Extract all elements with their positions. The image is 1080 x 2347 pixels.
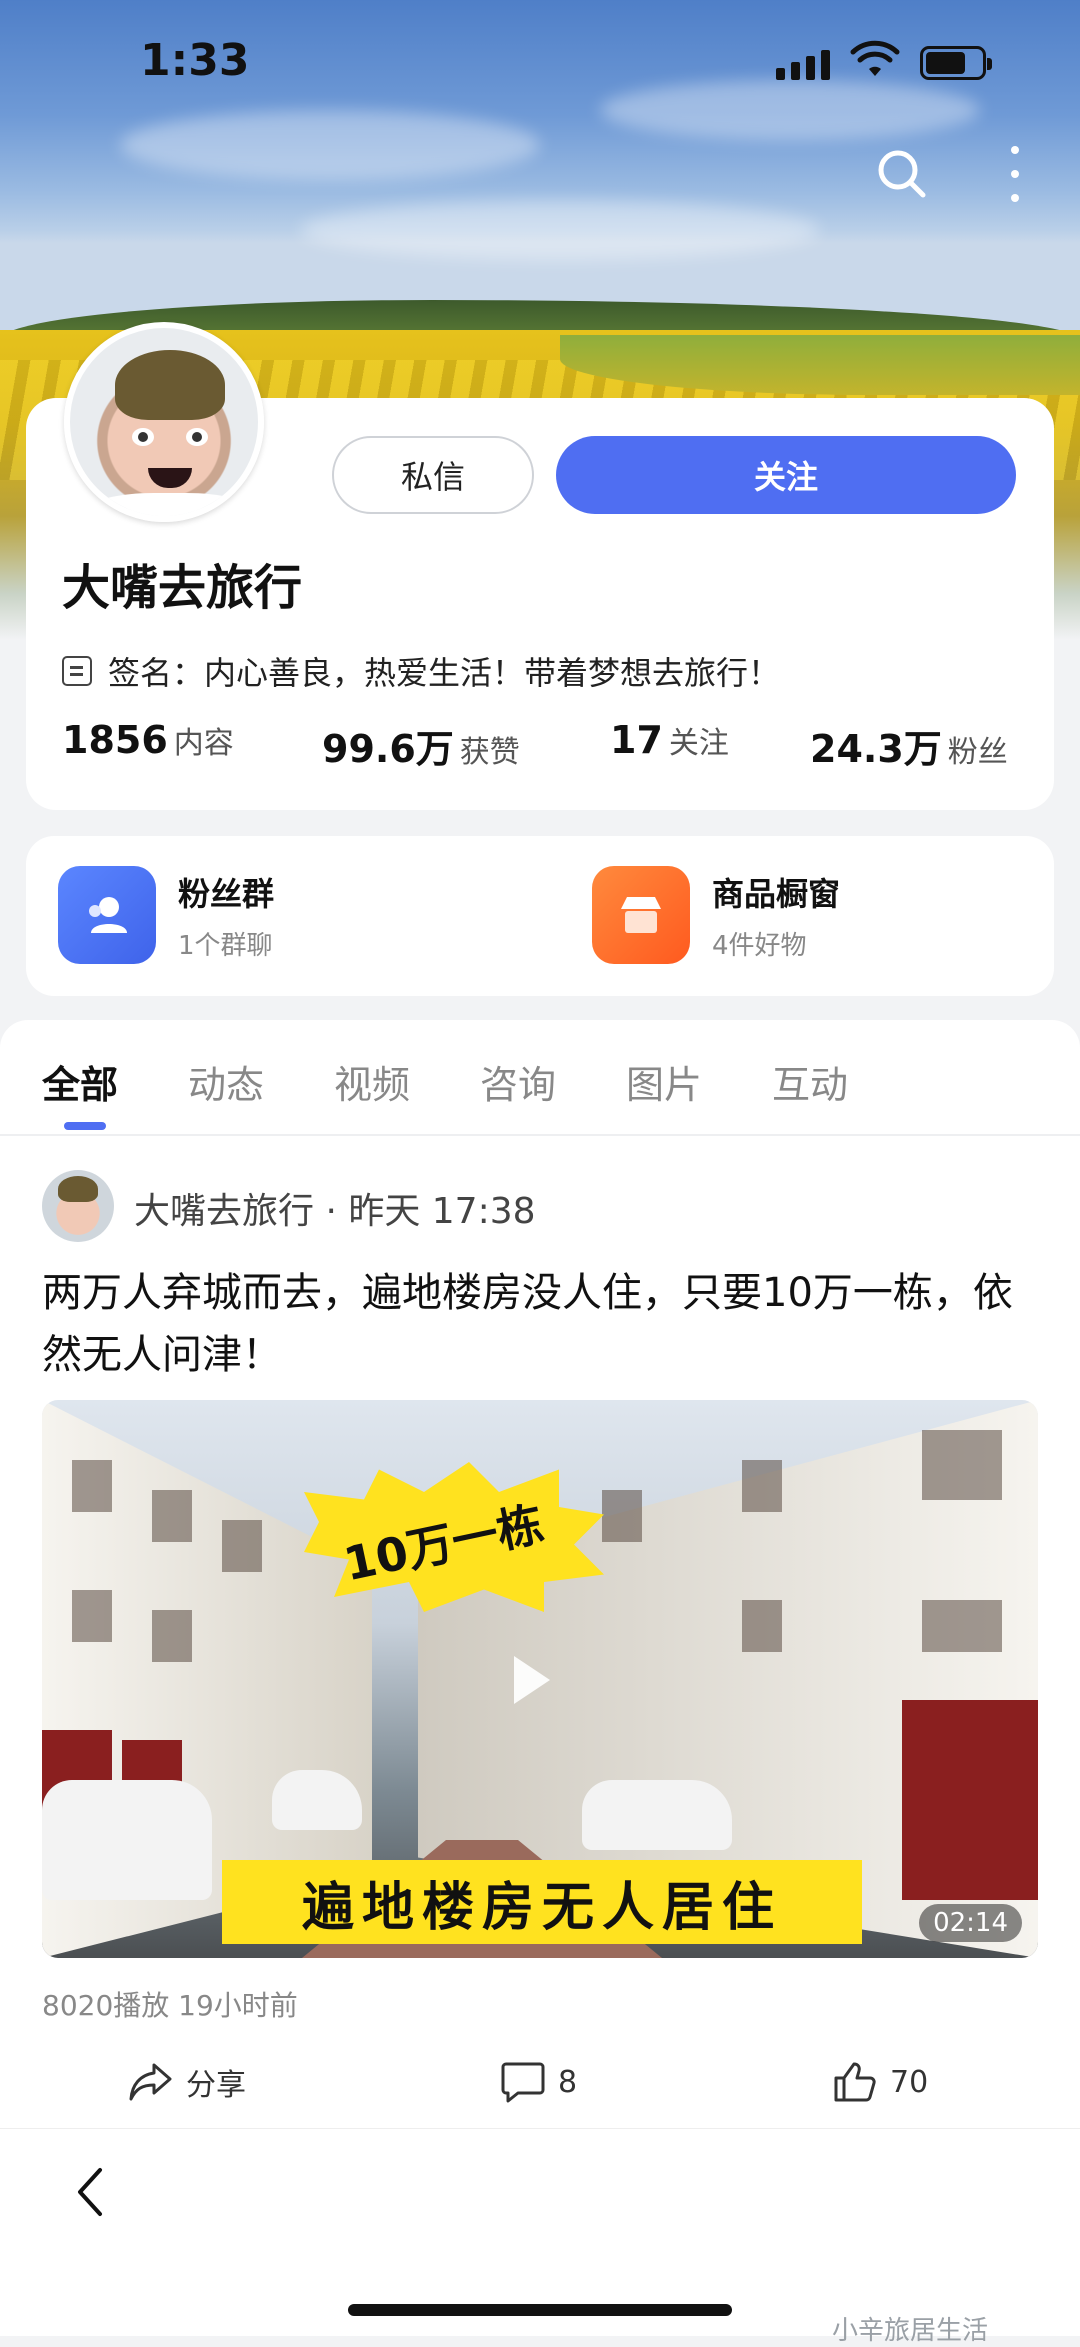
shop-icon [592,866,690,964]
more-icon[interactable] [1005,146,1025,202]
stat-likes[interactable]: 99.6万 获赞 [322,718,520,773]
shop-window-subtitle: 4件好物 [712,930,807,961]
signature-text: 签名：内心善良，热爱生活！带着梦想去旅行！ [108,654,781,692]
stat-content[interactable]: 1856 内容 [62,718,234,762]
comment-button[interactable]: 8 [500,2060,577,2104]
tab-moments[interactable]: 动态 [188,1054,264,1109]
tab-bar: 全部 动态 视频 咨询 图片 互动 [0,1040,1080,1134]
tab-videos[interactable]: 视频 [334,1054,410,1109]
watermark: 小辛旅居生活 [832,2316,989,2346]
post-actions: 分享 8 70 [0,2060,1080,2130]
play-icon[interactable] [514,1656,550,1704]
fans-group-title: 粉丝群 [178,874,275,913]
battery-icon [920,46,992,80]
stat-followers[interactable]: 24.3万 粉丝 [810,718,1008,773]
comment-icon [501,2062,545,2103]
like-button[interactable]: 70 [832,2060,928,2104]
back-icon[interactable] [70,2164,110,2220]
fans-group-icon [58,866,156,964]
share-button[interactable]: 分享 [128,2060,246,2104]
tab-interactions[interactable]: 互动 [772,1054,848,1109]
profile-name: 大嘴去旅行 [62,560,303,616]
like-count: 70 [890,2064,929,2100]
fans-group-subtitle: 1个群聊 [178,930,273,961]
shop-window-title: 商品橱窗 [712,874,841,913]
home-indicator[interactable] [348,2304,732,2316]
status-bar: 1:33 [0,0,1080,130]
follow-button[interactable]: 关注 [556,436,1016,514]
thumbs-up-icon [834,2062,876,2102]
share-icon [129,2063,172,2101]
cellular-signal-icon [776,48,838,80]
fans-group-entry[interactable]: 粉丝群 1个群聊 [58,866,274,964]
active-tab-indicator [64,1122,106,1130]
post-author-avatar[interactable] [42,1170,114,1242]
shop-window-entry[interactable]: 商品橱窗 4件好物 [592,866,840,964]
signature: 签名：内心善良，热爱生活！带着梦想去旅行！ [62,648,780,694]
note-icon [62,656,92,686]
tab-all[interactable]: 全部 [42,1054,118,1109]
post-author-line[interactable]: 大嘴去旅行 · 昨天 17:38 [134,1182,536,1234]
video-duration: 02:14 [919,1904,1022,1942]
post-meta: 8020播放 19小时前 [42,1989,298,2022]
profile-stats: 1856 内容 99.6万 获赞 17 关注 24.3万 粉丝 [0,718,1080,778]
tab-consult[interactable]: 咨询 [480,1054,556,1109]
avatar[interactable] [64,322,264,522]
divider [0,1134,1080,1136]
video-thumbnail[interactable]: 10万一栋 遍地楼房无人居住 02:14 [42,1400,1038,1958]
search-icon[interactable] [876,148,928,200]
tab-images[interactable]: 图片 [626,1054,702,1109]
share-label: 分享 [186,2068,246,2103]
post-title[interactable]: 两万人弃城而去，遍地楼房没人住，只要10万一栋，依然无人问津！ [42,1262,1042,1386]
comment-count: 8 [558,2064,578,2100]
wifi-icon [850,40,900,76]
status-time: 1:33 [140,35,250,86]
video-caption: 遍地楼房无人居住 [222,1860,862,1944]
stat-following[interactable]: 17 关注 [610,718,729,762]
message-button[interactable]: 私信 [332,436,534,514]
